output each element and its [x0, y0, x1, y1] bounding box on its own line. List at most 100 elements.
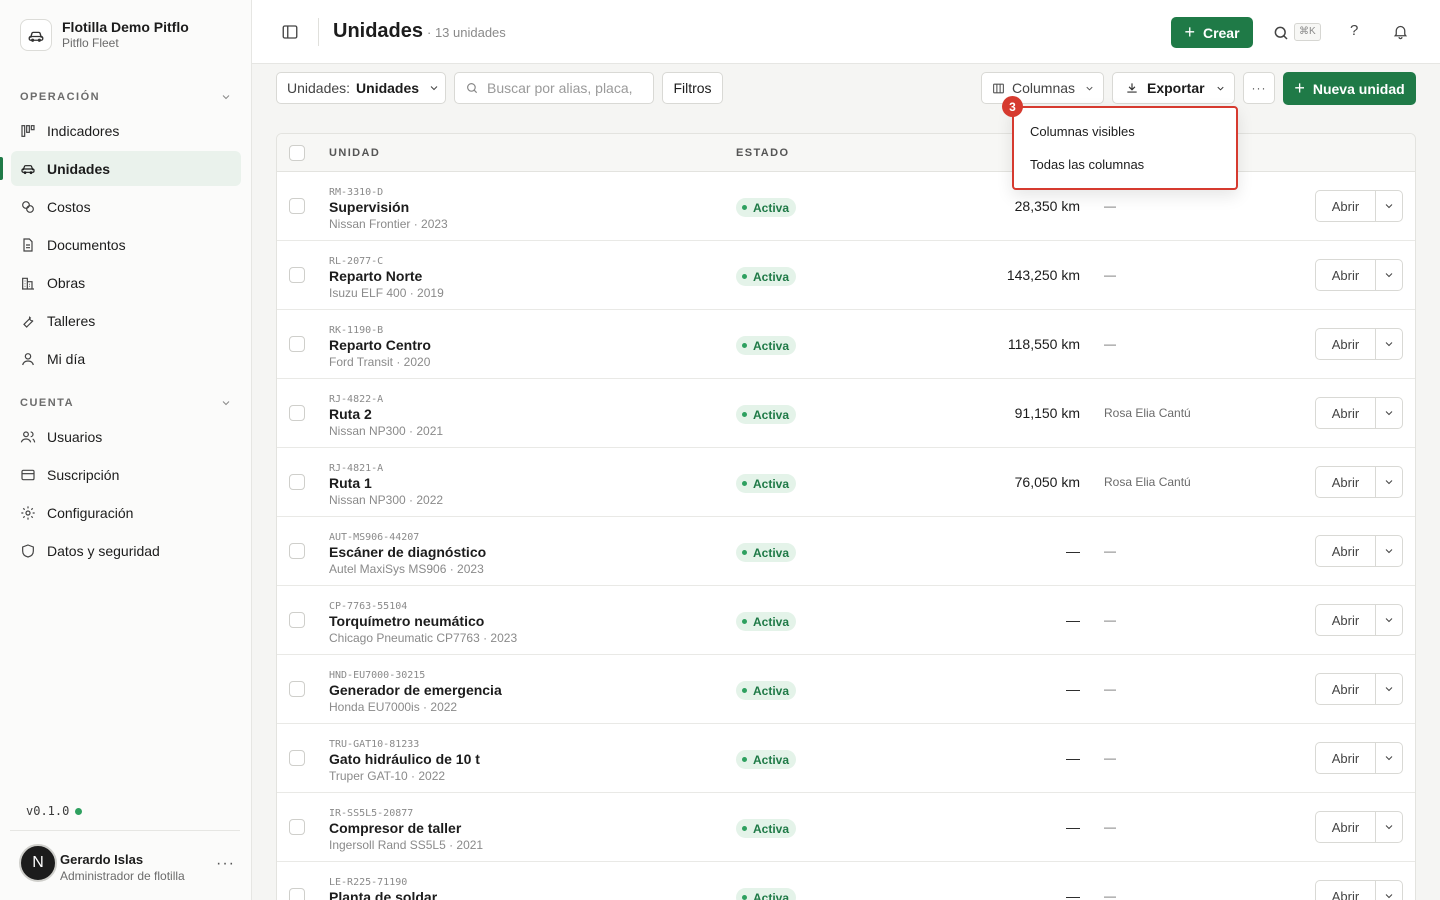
sidebar-toggle-icon[interactable]: [281, 23, 299, 41]
select-all-checkbox[interactable]: [289, 145, 305, 161]
row-checkbox[interactable]: [289, 888, 305, 900]
unit-alias[interactable]: Supervisión: [329, 199, 409, 215]
driver-name: —: [1104, 613, 1116, 627]
open-menu-button[interactable]: [1376, 467, 1402, 497]
chevron-down-icon: [222, 401, 230, 406]
help-icon[interactable]: ?: [1350, 22, 1358, 39]
view-select[interactable]: Unidades: Unidades: [276, 72, 446, 104]
table-row[interactable]: RM-3310-D Supervisión Nissan Frontier · 20…: [277, 172, 1415, 241]
sidebar-item-suscripcion[interactable]: Suscripción: [11, 457, 241, 492]
open-button[interactable]: Abrir: [1316, 743, 1376, 773]
table-row[interactable]: HND-EU7000-30215 Generador de emergencia H…: [277, 655, 1415, 724]
row-checkbox[interactable]: [289, 336, 305, 352]
more-options-button[interactable]: ···: [1243, 72, 1275, 104]
unit-alias[interactable]: Torquímetro neumático: [329, 613, 484, 629]
open-button[interactable]: Abrir: [1316, 260, 1376, 290]
open-menu-button[interactable]: [1376, 605, 1402, 635]
unit-alias[interactable]: Gato hidráulico de 10 t: [329, 751, 480, 767]
odometer-value: 76,050 km: [1014, 474, 1080, 490]
new-unit-button[interactable]: + Nueva unidad: [1283, 72, 1416, 105]
unit-alias[interactable]: Escáner de diagnóstico: [329, 544, 486, 560]
shortcut-hint: ⌘K: [1294, 23, 1321, 41]
columns-button[interactable]: Columnas: [981, 72, 1104, 104]
open-menu-button[interactable]: [1376, 536, 1402, 566]
table-row[interactable]: AUT-MS906-44207 Escáner de diagnóstico Aut…: [277, 517, 1415, 586]
open-menu-button[interactable]: [1376, 329, 1402, 359]
row-checkbox[interactable]: [289, 612, 305, 628]
org-switcher[interactable]: Flotilla Demo Pitflo Pitflo Fleet: [20, 18, 189, 51]
table-row[interactable]: RJ-4822-A Ruta 2 Nissan NP300 · 2021 Activa…: [277, 379, 1415, 448]
row-checkbox[interactable]: [289, 405, 305, 421]
row-checkbox[interactable]: [289, 543, 305, 559]
sidebar-item-talleres[interactable]: Talleres: [11, 303, 241, 338]
table-row[interactable]: LE-R225-71190 Planta de soldar Activa — — Abr…: [277, 862, 1415, 900]
table-row[interactable]: RK-1190-B Reparto Centro Ford Transit · 20…: [277, 310, 1415, 379]
unit-alias[interactable]: Reparto Centro: [329, 337, 431, 353]
unit-alias[interactable]: Ruta 1: [329, 475, 372, 491]
export-button[interactable]: Exportar: [1112, 72, 1235, 104]
open-button[interactable]: Abrir: [1316, 674, 1376, 704]
sidebar-item-mi-dia[interactable]: Mi día: [11, 341, 241, 376]
table-row[interactable]: RL-2077-C Reparto Norte Isuzu ELF 400 · 20…: [277, 241, 1415, 310]
open-menu-button[interactable]: [1376, 398, 1402, 428]
open-menu-button[interactable]: [1376, 674, 1402, 704]
search-icon[interactable]: [1272, 24, 1290, 42]
row-checkbox[interactable]: [289, 750, 305, 766]
open-button-group: Abrir: [1315, 397, 1403, 429]
open-button[interactable]: Abrir: [1316, 812, 1376, 842]
odometer-value: —: [1066, 750, 1080, 766]
chevron-down-icon: [1385, 342, 1393, 347]
section-cuenta[interactable]: CUENTA: [20, 397, 232, 409]
open-button[interactable]: Abrir: [1316, 329, 1376, 359]
table-row[interactable]: TRU-GAT10-81233 Gato hidráulico de 10 t Tr…: [277, 724, 1415, 793]
search-input[interactable]: Buscar por alias, placa,: [454, 72, 654, 104]
sidebar-item-usuarios[interactable]: Usuarios: [11, 419, 241, 454]
open-menu-button[interactable]: [1376, 881, 1402, 900]
sidebar-item-documentos[interactable]: Documentos: [11, 227, 241, 262]
column-header-status[interactable]: ESTADO: [736, 147, 789, 159]
section-operacion[interactable]: OPERACIÓN: [20, 91, 232, 103]
sidebar-item-obras[interactable]: Obras: [11, 265, 241, 300]
odometer-value: 28,350 km: [1014, 198, 1080, 214]
table-row[interactable]: IR-SS5L5-20877 Compresor de taller Ingerso…: [277, 793, 1415, 862]
sidebar-item-datos-seguridad[interactable]: Datos y seguridad: [11, 533, 241, 568]
row-checkbox[interactable]: [289, 198, 305, 214]
sidebar-item-configuracion[interactable]: Configuración: [11, 495, 241, 530]
unit-code: RK-1190-B: [329, 325, 384, 336]
bell-icon[interactable]: [1392, 23, 1409, 40]
open-menu-button[interactable]: [1376, 743, 1402, 773]
row-checkbox[interactable]: [289, 819, 305, 835]
app-version: v0.1.0: [26, 804, 83, 818]
unit-alias[interactable]: Planta de soldar: [329, 889, 437, 900]
more-horizontal-icon[interactable]: ···: [216, 855, 235, 873]
sidebar-item-unidades[interactable]: Unidades: [0, 151, 241, 186]
open-button-group: Abrir: [1315, 259, 1403, 291]
table-row[interactable]: RJ-4821-A Ruta 1 Nissan NP300 · 2022 Activa…: [277, 448, 1415, 517]
sidebar-item-costos[interactable]: Costos: [11, 189, 241, 224]
table-row[interactable]: CP-7763-55104 Torquímetro neumático Chicag…: [277, 586, 1415, 655]
create-button[interactable]: + Crear: [1171, 17, 1253, 48]
row-checkbox[interactable]: [289, 267, 305, 283]
unit-alias[interactable]: Reparto Norte: [329, 268, 422, 284]
open-button[interactable]: Abrir: [1316, 881, 1376, 900]
column-header-unit[interactable]: UNIDAD: [329, 147, 380, 159]
unit-alias[interactable]: Compresor de taller: [329, 820, 461, 836]
open-button[interactable]: Abrir: [1316, 398, 1376, 428]
open-menu-button[interactable]: [1376, 260, 1402, 290]
open-button[interactable]: Abrir: [1316, 467, 1376, 497]
menu-item-visible-columns[interactable]: Columnas visibles: [1030, 124, 1135, 139]
open-button[interactable]: Abrir: [1316, 536, 1376, 566]
menu-item-all-columns[interactable]: Todas las columnas: [1030, 157, 1144, 172]
open-menu-button[interactable]: [1376, 812, 1402, 842]
driver-name: Rosa Elia Cantú: [1104, 475, 1191, 489]
open-button[interactable]: Abrir: [1316, 605, 1376, 635]
open-menu-button[interactable]: [1376, 191, 1402, 221]
open-button[interactable]: Abrir: [1316, 191, 1376, 221]
unit-alias[interactable]: Generador de emergencia: [329, 682, 502, 698]
user-menu[interactable]: N Gerardo Islas Administrador de flotill…: [10, 830, 240, 900]
row-checkbox[interactable]: [289, 474, 305, 490]
sidebar-item-indicadores[interactable]: Indicadores: [11, 113, 241, 148]
row-checkbox[interactable]: [289, 681, 305, 697]
filters-button[interactable]: Filtros: [662, 72, 723, 104]
unit-alias[interactable]: Ruta 2: [329, 406, 372, 422]
